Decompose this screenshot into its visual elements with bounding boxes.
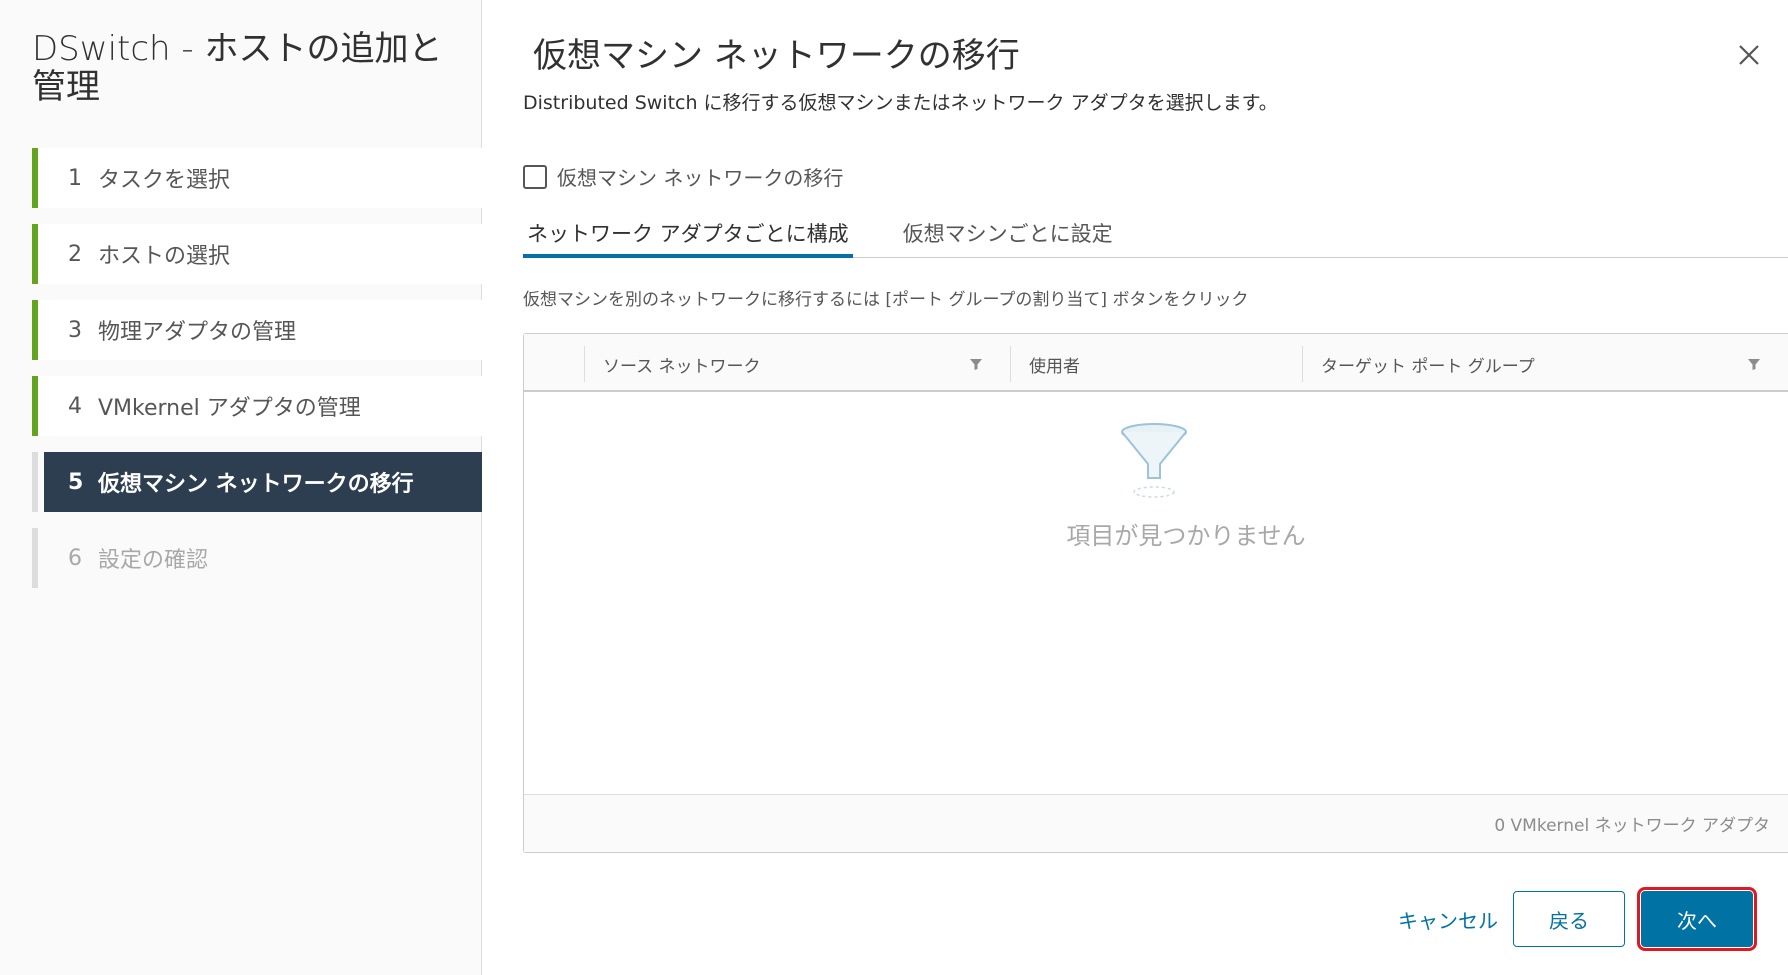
step-number: 4 <box>68 393 82 419</box>
step-label: 仮想マシン ネットワークの移行 <box>98 472 414 497</box>
filter-icon[interactable] <box>1746 356 1762 372</box>
grid-empty-state: 項目が見つかりません <box>524 394 1788 794</box>
cancel-button[interactable]: キャンセル <box>1373 891 1523 947</box>
column-label: 使用者 <box>1029 356 1080 377</box>
column-label: ターゲット ポート グループ <box>1321 356 1535 377</box>
column-target-port-group[interactable]: ターゲット ポート グループ <box>1302 346 1772 382</box>
step-select-hosts[interactable]: 2 ホストの選択 <box>32 224 482 284</box>
tab-per-network-adapter[interactable]: ネットワーク アダプタごとに構成 <box>523 212 853 258</box>
step-number: 5 <box>68 469 84 495</box>
step-label: ホストの選択 <box>98 244 231 269</box>
step-label: 物理アダプタの管理 <box>98 320 297 345</box>
tab-bar: ネットワーク アダプタごとに構成 仮想マシンごとに設定 <box>523 212 1788 258</box>
close-button[interactable] <box>1734 40 1764 70</box>
wizard-content: 仮想マシン ネットワークの移行 Distributed Switch に移行する… <box>483 0 1788 975</box>
column-source-network[interactable]: ソース ネットワーク <box>584 346 1004 382</box>
column-used-by[interactable]: 使用者 <box>1010 346 1300 382</box>
tab-per-vm[interactable]: 仮想マシンごとに設定 <box>899 212 1117 258</box>
migrate-vm-network-checkbox-row[interactable]: 仮想マシン ネットワークの移行 <box>523 162 843 191</box>
step-review: 6 設定の確認 <box>32 528 482 588</box>
step-label: タスクを選択 <box>98 168 231 193</box>
step-number: 1 <box>68 165 82 191</box>
page-subtitle: Distributed Switch に移行する仮想マシンまたはネットワーク ア… <box>523 92 1278 114</box>
column-label: ソース ネットワーク <box>603 356 761 377</box>
checkbox-label: 仮想マシン ネットワークの移行 <box>557 166 844 190</box>
filter-icon[interactable] <box>968 356 984 372</box>
step-label: 設定の確認 <box>98 548 209 573</box>
data-grid: ソース ネットワーク 使用者 ターゲット ポート グループ 項目が見つかりません <box>523 333 1788 853</box>
step-label: VMkernel アダプタの管理 <box>98 396 361 421</box>
step-number: 2 <box>68 241 82 267</box>
wizard-sidebar: DSwitch - ホストの追加と管理 1 タスクを選択 2 ホストの選択 3 … <box>0 0 482 975</box>
hint-text: 仮想マシンを別のネットワークに移行するには [ポート グループの割り当て] ボタ… <box>523 290 1249 310</box>
empty-message: 項目が見つかりません <box>1066 522 1306 550</box>
grid-header: ソース ネットワーク 使用者 ターゲット ポート グループ <box>524 334 1788 392</box>
step-number: 6 <box>68 545 82 571</box>
grid-footer: 0 VMkernel ネットワーク アダプタ <box>524 794 1788 852</box>
step-physical-adapters[interactable]: 3 物理アダプタの管理 <box>32 300 482 360</box>
step-number: 3 <box>68 317 82 343</box>
back-button[interactable]: 戻る <box>1513 891 1625 947</box>
migrate-vm-network-checkbox[interactable] <box>523 164 547 189</box>
step-vmkernel-adapters[interactable]: 4 VMkernel アダプタの管理 <box>32 376 482 436</box>
step-migrate-vm-network[interactable]: 5 仮想マシン ネットワークの移行 <box>32 452 482 512</box>
page-title: 仮想マシン ネットワークの移行 <box>533 36 1020 76</box>
next-button[interactable]: 次へ <box>1637 887 1757 951</box>
wizard-steps: 1 タスクを選択 2 ホストの選択 3 物理アダプタの管理 4 VMkernel… <box>32 148 482 604</box>
item-count: 0 VMkernel ネットワーク アダプタ <box>1494 816 1770 836</box>
funnel-icon <box>1121 423 1187 498</box>
close-icon <box>1739 45 1759 65</box>
step-select-task[interactable]: 1 タスクを選択 <box>32 148 482 208</box>
wizard-title: DSwitch - ホストの追加と管理 <box>32 29 443 107</box>
